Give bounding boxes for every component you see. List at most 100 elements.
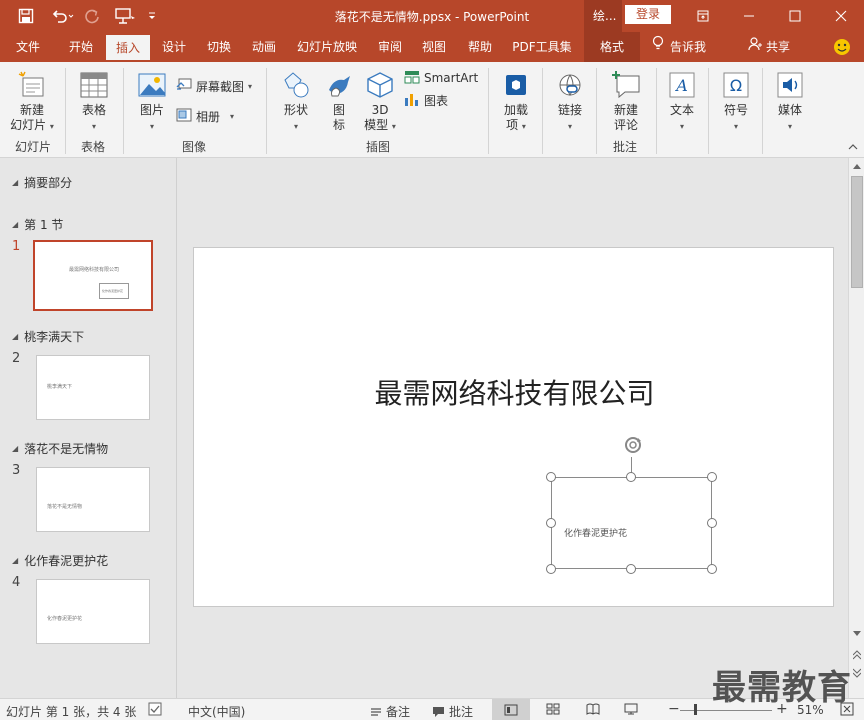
resize-handle[interactable] [546, 564, 556, 574]
notes-icon [371, 707, 381, 716]
speaker-icon [775, 70, 805, 100]
shapes-label: 形状 [283, 103, 308, 117]
section-4[interactable]: ◢ 化作春泥更护花 [12, 552, 108, 569]
icons-button[interactable]: 图 标 [322, 70, 356, 133]
share-button[interactable]: 共享 [748, 32, 804, 62]
zoom-out-icon[interactable]: − [668, 701, 680, 717]
tab-help[interactable]: 帮助 [460, 32, 500, 62]
scroll-down-icon[interactable] [851, 628, 863, 640]
close-icon[interactable] [818, 0, 864, 32]
smartart-icon [404, 70, 420, 87]
tab-transitions[interactable]: 切换 [198, 32, 240, 62]
icons-label: 图 标 [332, 103, 345, 132]
subtitle-textbox[interactable]: 化作春泥更护花 [551, 477, 712, 569]
slide-thumbnail-panel: ◢ 摘要部分 ◢ 第 1 节 1 最需网络科技有限公司 化作春泥更护花 ◢ 桃李… [0, 158, 176, 698]
comments-button[interactable]: 批注 [432, 703, 473, 720]
thumb-textbox: 化作春泥更护花 [99, 283, 129, 299]
table-button[interactable]: 表格 ▾ [72, 70, 116, 134]
3d-model-button[interactable]: 3D 模型 ▾ [362, 70, 398, 134]
group-label-images: 图像 [181, 140, 206, 154]
notes-button[interactable]: 备注 [370, 703, 410, 720]
next-slide-icon[interactable] [851, 666, 863, 680]
spellcheck-icon[interactable] [148, 702, 162, 719]
slide-number: 3 [12, 463, 21, 478]
shapes-icon [281, 70, 311, 100]
tab-design[interactable]: 设计 [154, 32, 194, 62]
tell-me-search[interactable]: 告诉我 [652, 32, 724, 62]
subtitle-text: 化作春泥更护花 [564, 529, 628, 539]
section-summary[interactable]: ◢ 摘要部分 [12, 174, 72, 191]
tab-home[interactable]: 开始 [58, 32, 104, 62]
ribbon-display-icon[interactable] [680, 0, 726, 32]
slide-number: 4 [12, 575, 21, 590]
group-divider [266, 68, 267, 154]
scroll-up-icon[interactable] [851, 160, 863, 172]
tab-view[interactable]: 视图 [414, 32, 454, 62]
tab-format[interactable]: 格式 [584, 32, 640, 62]
slide-thumbnail-3[interactable]: 落花不是无情物 [36, 467, 150, 532]
minimize-icon[interactable] [726, 0, 772, 32]
comments-icon [433, 706, 444, 717]
current-slide[interactable]: 最需网络科技有限公司 化作春泥更护花 [193, 247, 834, 607]
language-indicator[interactable]: 中文(中国) [188, 703, 245, 720]
resize-handle[interactable] [707, 564, 717, 574]
tab-animations[interactable]: 动画 [244, 32, 284, 62]
picture-button[interactable]: 图片 ▾ [130, 70, 174, 134]
slide-thumbnail-2[interactable]: 桃李满天下 [36, 355, 150, 420]
media-button[interactable]: 媒体 ▾ [770, 70, 810, 134]
tab-pdf-tools[interactable]: PDF工具集 [504, 32, 580, 62]
collapse-triangle-icon: ◢ [12, 178, 19, 187]
slideshow-icon[interactable] [624, 703, 638, 718]
screenshot-label: 屏幕截图 [196, 79, 245, 94]
new-slide-button[interactable]: 新建 幻灯片 ▾ [8, 70, 56, 134]
scroll-thumb[interactable] [851, 176, 863, 288]
smartart-button[interactable]: SmartArt [404, 69, 478, 87]
resize-handle[interactable] [546, 472, 556, 482]
resize-handle[interactable] [626, 564, 636, 574]
tab-slideshow[interactable]: 幻灯片放映 [290, 32, 364, 62]
symbol-button[interactable]: Ω 符号 ▾ [716, 70, 756, 134]
normal-view-button[interactable] [492, 699, 530, 720]
tab-file[interactable]: 文件 [6, 32, 50, 62]
maximize-icon[interactable] [772, 0, 818, 32]
new-slide-icon [17, 70, 47, 100]
previous-slide-icon[interactable] [851, 648, 863, 662]
text-button[interactable]: A 文本 ▾ [662, 70, 702, 134]
album-button[interactable]: 相册 ▾ [176, 107, 234, 125]
text-icon: A [667, 70, 697, 100]
chart-icon [404, 92, 420, 109]
vertical-scrollbar[interactable] [848, 158, 864, 698]
rotate-handle-icon[interactable] [621, 433, 645, 457]
link-label: 链接 [557, 103, 582, 117]
slide-title[interactable]: 最需网络科技有限公司 [194, 372, 835, 412]
section-2[interactable]: ◢ 桃李满天下 [12, 328, 84, 345]
zoom-slider-thumb[interactable] [694, 704, 697, 715]
tab-insert[interactable]: 插入 [106, 35, 150, 62]
group-divider [708, 68, 709, 154]
slide-thumbnail-1[interactable]: 最需网络科技有限公司 化作春泥更护花 [33, 240, 153, 311]
link-button[interactable]: 链接 ▾ [550, 70, 590, 134]
resize-handle[interactable] [707, 472, 717, 482]
login-button[interactable]: 登录 [625, 5, 671, 24]
resize-handle[interactable] [707, 518, 717, 528]
tab-review[interactable]: 审阅 [370, 32, 410, 62]
comment-icon [611, 70, 641, 100]
chart-button[interactable]: 图表 [404, 91, 448, 109]
section-3[interactable]: ◢ 落花不是无情物 [12, 440, 108, 457]
new-comment-button[interactable]: 新建 评论 [604, 70, 648, 133]
smiley-icon[interactable] [830, 32, 854, 62]
resize-handle[interactable] [626, 472, 636, 482]
slide-thumbnail-4[interactable]: 化作春泥更护花 [36, 579, 150, 644]
tell-me-label: 告诉我 [670, 40, 707, 54]
resize-handle[interactable] [546, 518, 556, 528]
screenshot-button[interactable]: 屏幕截图 ▾ [176, 77, 252, 95]
share-label: 共享 [766, 40, 791, 54]
reading-view-icon[interactable] [586, 703, 600, 718]
shapes-button[interactable]: 形状 ▾ [276, 70, 316, 134]
collapse-ribbon-icon[interactable] [846, 140, 860, 155]
addins-button[interactable]: 加载 项 ▾ [496, 70, 536, 134]
section-1[interactable]: ◢ 第 1 节 [12, 216, 63, 233]
slide-sorter-icon[interactable] [546, 703, 560, 718]
notes-label: 备注 [386, 705, 411, 719]
group-label-tables: 表格 [80, 140, 105, 154]
